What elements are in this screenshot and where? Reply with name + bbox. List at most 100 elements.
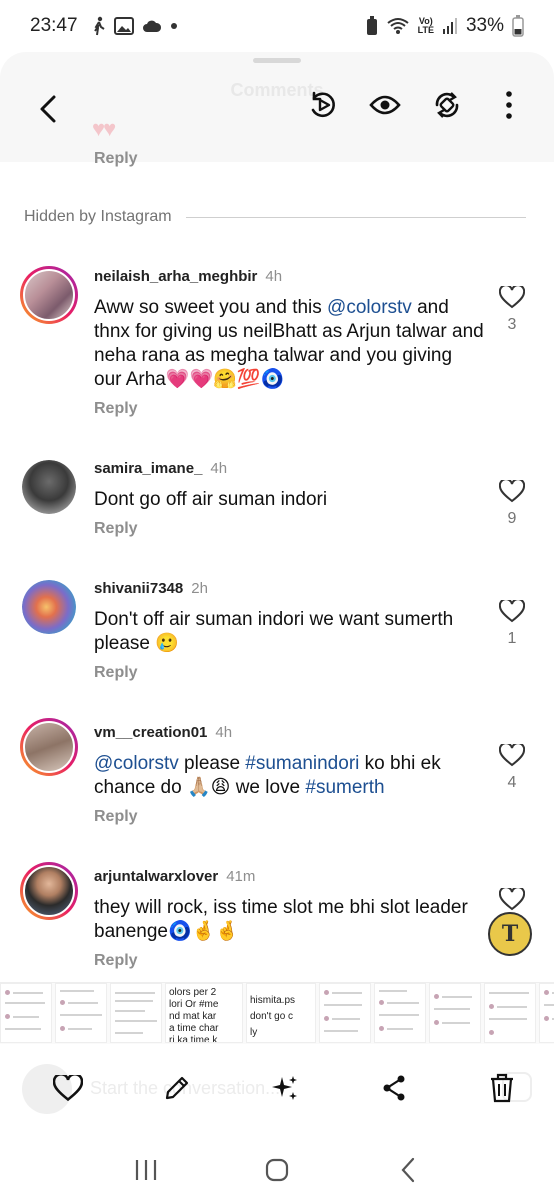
avatar[interactable] xyxy=(20,862,78,920)
thumbnail[interactable] xyxy=(110,983,162,1043)
chevron-left-icon xyxy=(40,95,56,123)
sparkle-icon xyxy=(272,1076,297,1100)
android-navigation-bar xyxy=(0,1140,554,1200)
delete-button[interactable] xyxy=(484,1070,520,1106)
gallery-icon xyxy=(113,17,134,35)
heart-outline-icon xyxy=(499,888,525,911)
reply-button[interactable]: Reply xyxy=(94,520,138,538)
like-button[interactable]: 4 xyxy=(498,744,526,792)
replay-button[interactable] xyxy=(306,88,340,122)
trash-icon xyxy=(491,1073,513,1103)
thumbnail[interactable]: olors per 2 lori Or #me nd mat kar a time c… xyxy=(165,983,243,1043)
divider-line xyxy=(185,216,526,218)
like-button[interactable]: 9 xyxy=(498,480,526,528)
comment-text: Aww so sweet you and this @colorstv and … xyxy=(94,297,484,390)
auto-rotate-icon xyxy=(435,92,459,118)
ai-enhance-button[interactable] xyxy=(267,1070,303,1106)
comment-username[interactable]: neilaish_arha_meghbir 4h xyxy=(94,268,282,285)
avatar[interactable] xyxy=(22,580,76,634)
comment-username[interactable]: samira_imane_ 4h xyxy=(94,460,227,477)
comment-username[interactable]: vm__creation01 4h xyxy=(94,724,232,741)
thumbnail[interactable] xyxy=(484,983,536,1043)
cloud-icon xyxy=(142,19,162,33)
eye-icon xyxy=(369,95,401,115)
mention-link[interactable]: @colorstv xyxy=(327,297,412,318)
thumbnail[interactable] xyxy=(55,983,107,1043)
ghost-hearts-icon: ♥♥ xyxy=(92,116,116,141)
home-icon xyxy=(265,1158,289,1182)
hidden-label: Hidden by Instagram xyxy=(24,208,172,225)
walking-icon xyxy=(92,16,106,36)
thumbnail[interactable] xyxy=(0,983,52,1043)
thumbnail[interactable] xyxy=(429,983,481,1043)
replay-play-icon xyxy=(311,91,335,118)
rotate-button[interactable] xyxy=(430,88,464,122)
thumbnail[interactable] xyxy=(319,983,371,1043)
comment-text: Don't off air suman indori we want sumer… xyxy=(94,609,454,654)
avatar[interactable] xyxy=(20,266,78,324)
hashtag-link[interactable]: #sumerth xyxy=(305,777,384,798)
reply-button[interactable]: Reply xyxy=(94,808,138,826)
heart-outline-icon xyxy=(499,286,525,309)
avatar[interactable] xyxy=(22,460,76,514)
heart-outline-icon xyxy=(499,600,525,623)
recents-icon xyxy=(135,1160,156,1180)
like-button[interactable]: 1 xyxy=(498,600,526,648)
volte-icon: Vo) LTE xyxy=(417,16,434,35)
comment-time: 4h xyxy=(265,268,283,285)
heart-outline-icon xyxy=(499,480,525,503)
wifi-icon xyxy=(386,17,410,35)
back-nav-button[interactable] xyxy=(388,1150,428,1190)
screenshot-thumbnail-strip[interactable]: olors per 2 lori Or #me nd mat kar a time c… xyxy=(0,982,554,1044)
like-count: 9 xyxy=(507,510,517,527)
screenshot-actions xyxy=(50,1070,520,1106)
like-button[interactable]: 3 xyxy=(498,286,526,334)
reply-button[interactable]: Reply xyxy=(94,952,138,970)
thumbnail[interactable] xyxy=(539,983,554,1043)
status-time: 23:47 xyxy=(30,15,78,36)
hashtag-link[interactable]: #sumanindori xyxy=(245,753,359,774)
like-action-button[interactable] xyxy=(50,1070,86,1106)
back-arrow-icon xyxy=(401,1157,415,1183)
reply-button[interactable]: Reply xyxy=(94,664,138,682)
thumbnail[interactable] xyxy=(374,983,426,1043)
edit-button[interactable] xyxy=(159,1070,195,1106)
like-count: 1 xyxy=(507,630,517,647)
text-t-icon: T xyxy=(501,921,519,947)
comment-username[interactable]: arjuntalwarxlover 41m xyxy=(94,868,255,885)
comment-time: 4h xyxy=(215,724,233,741)
comment-username[interactable]: shivanii7348 2h xyxy=(94,580,208,597)
mention-link[interactable]: @colorstv xyxy=(94,753,179,774)
avatar[interactable] xyxy=(20,718,78,776)
more-options-button[interactable] xyxy=(492,88,526,122)
comment-text: @colorstv please #sumanindori ko bhi ek … xyxy=(94,753,441,798)
recent-apps-button[interactable] xyxy=(126,1150,166,1190)
text-recognition-button[interactable]: T xyxy=(488,912,532,956)
like-button[interactable] xyxy=(498,888,526,911)
share-button[interactable] xyxy=(376,1070,412,1106)
comment-time: 4h xyxy=(210,460,228,477)
heart-outline-icon xyxy=(53,1074,83,1101)
view-button[interactable] xyxy=(368,88,402,122)
sheet-drag-handle[interactable] xyxy=(253,58,301,63)
notification-dot-icon xyxy=(170,22,178,30)
battery-icon xyxy=(512,15,524,37)
status-bar: 23:47 Vo) LTE 33% xyxy=(0,0,554,52)
like-count: 3 xyxy=(507,316,517,333)
thumbnail[interactable]: hismita.ps don't go c ly xyxy=(246,983,316,1043)
heart-outline-icon xyxy=(499,744,525,767)
reply-button[interactable]: Reply xyxy=(94,400,138,418)
home-button[interactable] xyxy=(257,1150,297,1190)
previous-reply-link[interactable]: Reply xyxy=(94,150,138,168)
battery-saver-icon xyxy=(366,16,378,36)
battery-percent: 33% xyxy=(465,15,504,36)
comment-time: 41m xyxy=(226,868,256,885)
hidden-comments-divider: Hidden by Instagram xyxy=(24,208,534,226)
comment-text: they will rock, iss time slot me bhi slo… xyxy=(94,897,468,942)
pencil-icon xyxy=(165,1076,188,1100)
signal-icon xyxy=(442,18,458,34)
comment-text: Dont go off air suman indori xyxy=(94,489,328,510)
share-icon xyxy=(383,1075,404,1101)
back-button[interactable] xyxy=(32,92,66,126)
like-count: 4 xyxy=(507,774,517,791)
